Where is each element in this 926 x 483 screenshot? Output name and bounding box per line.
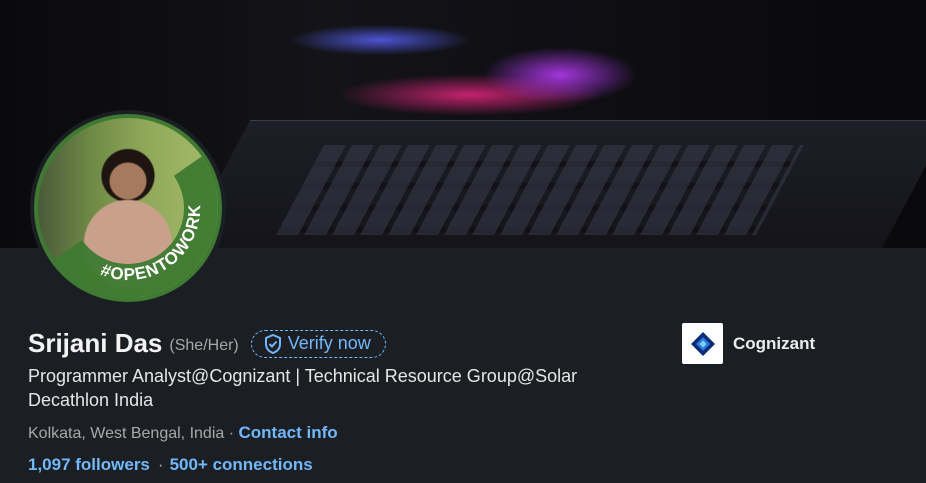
connections-link[interactable]: 500+ connections: [170, 455, 313, 474]
profile-headline: Programmer Analyst@Cognizant | Technical…: [28, 366, 578, 410]
open-to-work-frame: #OPENTOWORK: [54, 156, 218, 298]
profile-photo[interactable]: #OPENTOWORK: [34, 114, 222, 302]
profile-pronouns: (She/Her): [169, 336, 239, 354]
location-row: Kolkata, West Bengal, India · Contact in…: [28, 423, 338, 443]
stats-separator: ·: [157, 455, 164, 474]
company-name: Cognizant: [733, 333, 816, 353]
profile-name: Srijani Das: [28, 328, 163, 358]
cognizant-logo-icon: [682, 323, 723, 364]
location-separator: ·: [224, 425, 239, 442]
profile-photo-frame[interactable]: #OPENTOWORK: [30, 110, 226, 306]
name-row: Srijani Das (She/Her) Verify now: [28, 328, 386, 359]
stats-row: 1,097 followers · 500+ connections: [28, 455, 313, 475]
verify-now-button[interactable]: Verify now: [250, 329, 386, 358]
shield-check-icon: [264, 333, 281, 354]
verify-now-label: Verify now: [287, 333, 371, 353]
contact-info-link[interactable]: Contact info: [238, 423, 337, 442]
profile-location: Kolkata, West Bengal, India: [28, 425, 225, 442]
followers-link[interactable]: 1,097 followers: [28, 455, 150, 474]
current-company-link[interactable]: Cognizant: [682, 323, 815, 364]
banner-keyboard-graphic: [276, 145, 804, 235]
